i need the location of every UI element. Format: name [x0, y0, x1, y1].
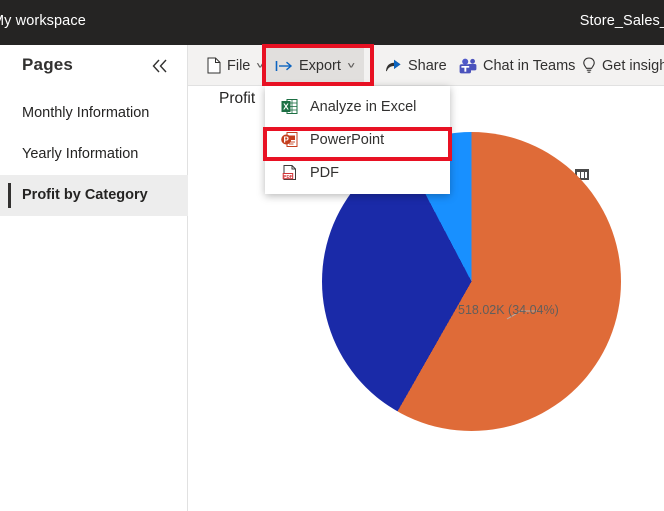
chat-in-teams-label: Chat in Teams — [483, 57, 576, 74]
teams-icon — [459, 58, 477, 74]
export-dropdown-menu: X Analyze in Excel P PowerPoint PDF PDF — [265, 86, 450, 194]
chevron-down-icon: ∨ — [255, 60, 266, 70]
svg-text:X: X — [283, 101, 289, 111]
get-insights-button[interactable]: Get insight — [573, 45, 664, 86]
pdf-icon: PDF — [280, 164, 298, 182]
power-bi-report-window: My workspace Store_Sales_ Pages Monthly … — [0, 0, 664, 511]
menu-item-powerpoint[interactable]: P PowerPoint — [265, 123, 450, 156]
sidebar-item-yearly-information[interactable]: Yearly Information — [0, 134, 188, 175]
excel-icon: X — [280, 98, 298, 116]
share-button-label: Share — [408, 57, 447, 74]
menu-item-label: PowerPoint — [310, 131, 385, 148]
chat-in-teams-button[interactable]: Chat in Teams — [450, 45, 584, 86]
svg-text:P: P — [283, 136, 289, 145]
double-chevron-left-icon[interactable] — [149, 56, 171, 76]
share-button[interactable]: Share — [376, 45, 456, 86]
pages-pane-header: Pages — [0, 45, 188, 87]
top-header-bar: My workspace Store_Sales_ — [0, 0, 664, 45]
share-icon — [385, 58, 402, 74]
get-insights-label: Get insight — [602, 57, 664, 74]
svg-text:PDF: PDF — [283, 174, 292, 179]
pages-list: Monthly Information Yearly Information P… — [0, 93, 188, 216]
pie-data-label-blue: 518.02K (34.04%) — [458, 303, 559, 318]
pages-pane: Pages Monthly Information Yearly Informa… — [0, 45, 188, 511]
file-icon — [207, 57, 221, 74]
menu-item-analyze-in-excel[interactable]: X Analyze in Excel — [265, 90, 450, 123]
page-item-label: Yearly Information — [22, 146, 139, 162]
export-icon — [275, 59, 293, 73]
chevron-down-icon: ∨ — [345, 60, 357, 70]
file-button[interactable]: File ∨ — [198, 45, 273, 86]
page-item-label: Monthly Information — [22, 105, 150, 121]
report-toolbar: File ∨ Export ∨ Share Chat in Teams Get … — [188, 45, 664, 86]
export-button[interactable]: Export ∨ — [266, 45, 364, 86]
lightbulb-icon — [582, 57, 596, 74]
pie-data-label-blue-text: 518.02K (34.04%) — [458, 303, 559, 317]
sidebar-item-monthly-information[interactable]: Monthly Information — [0, 93, 188, 134]
report-name-label[interactable]: Store_Sales_ — [580, 13, 664, 29]
file-button-label: File — [227, 57, 251, 74]
workspace-breadcrumb[interactable]: My workspace — [0, 13, 86, 29]
menu-item-label: Analyze in Excel — [310, 98, 417, 115]
menu-item-label: PDF — [310, 164, 339, 181]
export-button-label: Export — [299, 57, 341, 74]
pages-pane-title: Pages — [22, 55, 74, 74]
powerpoint-icon: P — [280, 131, 298, 149]
sidebar-item-profit-by-category[interactable]: Profit by Category — [0, 175, 188, 216]
menu-item-pdf[interactable]: PDF PDF — [265, 156, 450, 189]
page-item-label: Profit by Category — [22, 187, 148, 203]
